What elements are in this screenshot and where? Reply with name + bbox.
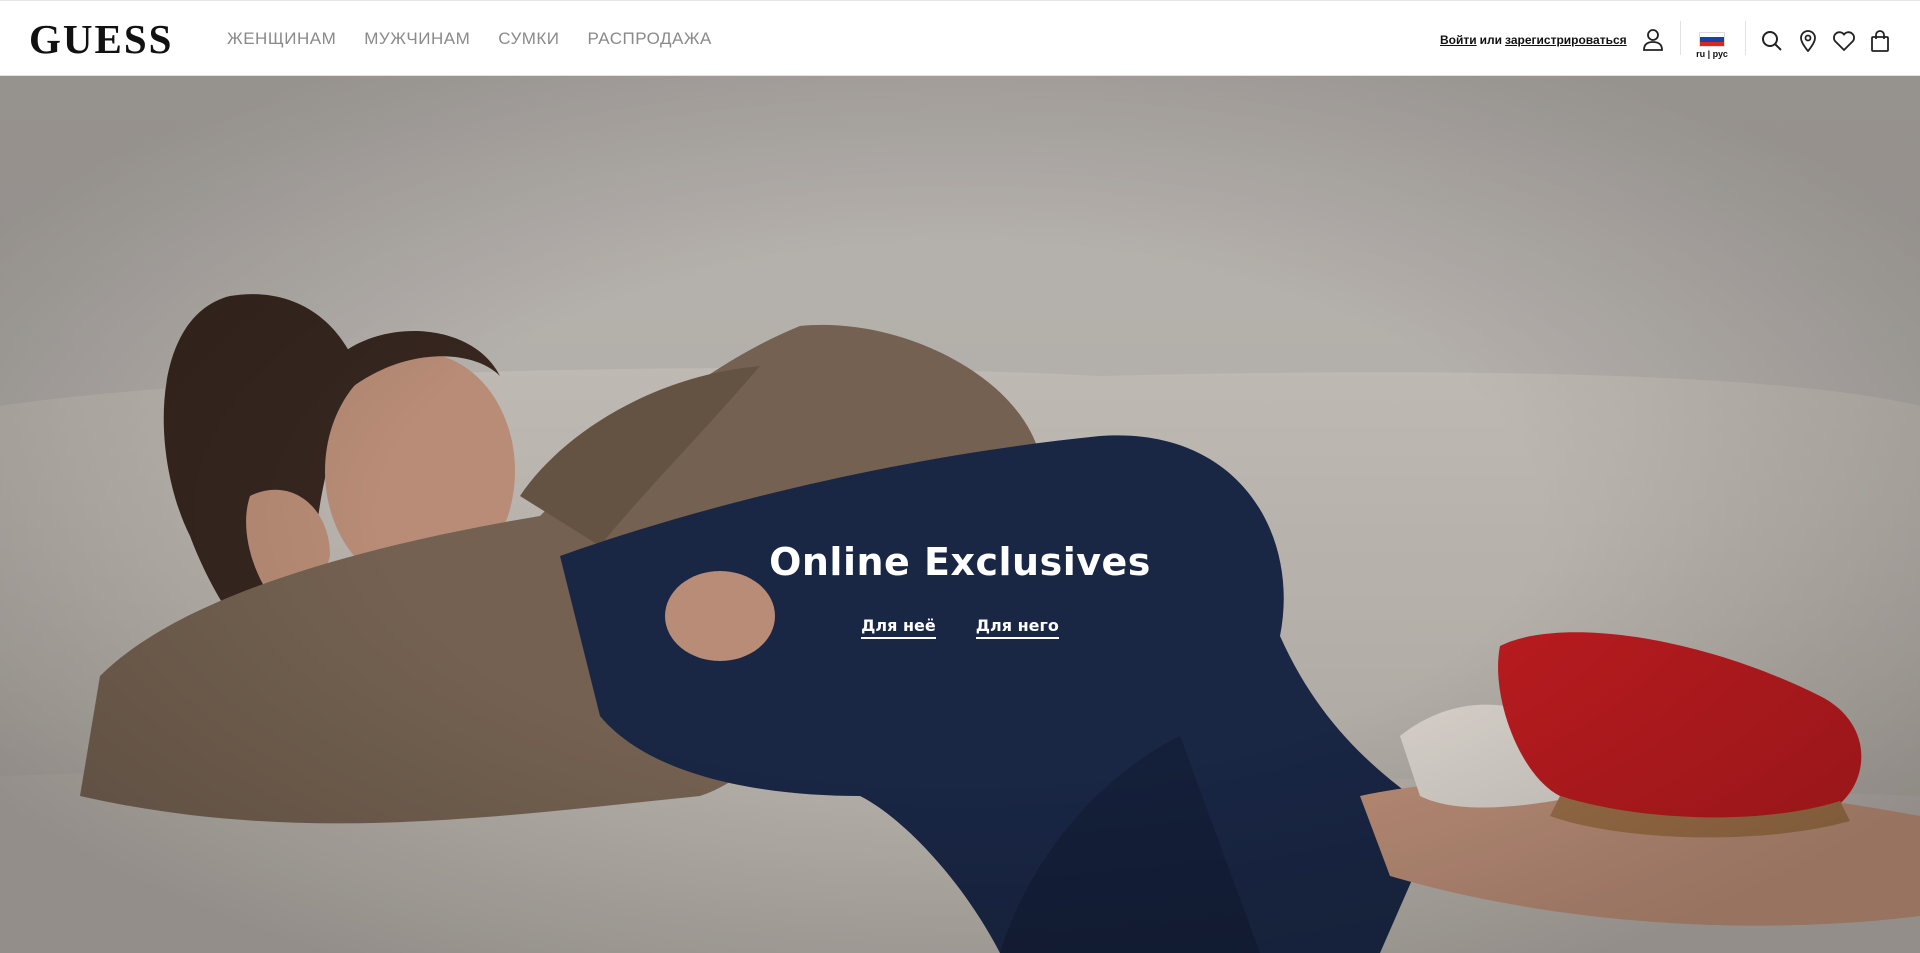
login-link[interactable]: Войти bbox=[1440, 33, 1477, 47]
user-icon[interactable] bbox=[1640, 27, 1666, 53]
auth-links: Войти или зарегистрироваться bbox=[1440, 33, 1627, 47]
hero-banner[interactable]: Online Exclusives Для неё Для него bbox=[0, 76, 1920, 953]
flag-stripe-red bbox=[1700, 41, 1724, 46]
nav-item-men[interactable]: МУЖЧИНАМ bbox=[364, 29, 470, 49]
guess-logo[interactable]: GUESS bbox=[29, 19, 173, 60]
search-icon[interactable] bbox=[1760, 29, 1784, 53]
site-header: GUESS ЖЕНЩИНАМ МУЖЧИНАМ СУМКИ РАСПРОДАЖА… bbox=[0, 0, 1920, 76]
hero-links: Для неё Для него bbox=[0, 616, 1920, 639]
nav-item-bags[interactable]: СУМКИ bbox=[498, 29, 559, 49]
location-pin-icon[interactable] bbox=[1796, 29, 1820, 53]
hero-link-for-her[interactable]: Для неё bbox=[861, 616, 936, 639]
shopping-bag-icon[interactable] bbox=[1868, 29, 1892, 53]
header-divider bbox=[1745, 21, 1746, 55]
hero-title: Online Exclusives bbox=[769, 540, 1151, 584]
heart-icon[interactable] bbox=[1831, 29, 1857, 53]
header-divider bbox=[1680, 21, 1681, 55]
register-link[interactable]: зарегистрироваться bbox=[1505, 33, 1627, 47]
hero-link-for-him[interactable]: Для него bbox=[975, 616, 1059, 639]
nav-item-sale[interactable]: РАСПРОДАЖА bbox=[588, 29, 712, 49]
or-text: или bbox=[1479, 33, 1503, 47]
language-label: ru | рус bbox=[1696, 49, 1728, 59]
nav-item-women[interactable]: ЖЕНЩИНАМ bbox=[227, 29, 336, 49]
hero-image bbox=[0, 76, 1920, 953]
language-selector[interactable]: ru | рус bbox=[1692, 28, 1732, 59]
main-nav: ЖЕНЩИНАМ МУЖЧИНАМ СУМКИ РАСПРОДАЖА bbox=[227, 29, 712, 49]
russia-flag-icon bbox=[1699, 32, 1725, 47]
